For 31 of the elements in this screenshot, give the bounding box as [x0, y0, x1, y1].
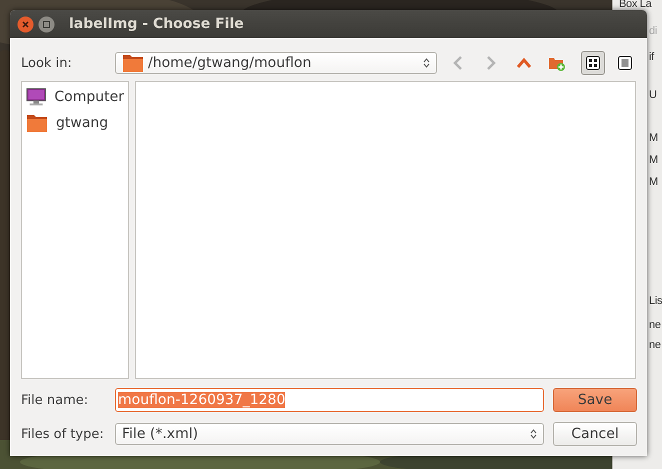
close-icon[interactable]	[17, 16, 34, 32]
place-item[interactable]: gtwang	[56, 115, 108, 131]
computer-icon	[26, 87, 46, 107]
file-type-dropdown[interactable]: File (*.xml)	[115, 423, 544, 445]
up-icon[interactable]	[516, 57, 532, 69]
window-text: ne	[649, 320, 661, 331]
window-text: M	[649, 177, 658, 188]
spinner-icon	[530, 428, 537, 440]
minimize-icon[interactable]	[38, 16, 55, 32]
grid-icon	[586, 56, 600, 70]
folder-icon	[26, 113, 48, 133]
window-title: labelImg - Choose File	[69, 16, 244, 32]
file-type-label: Files of type:	[21, 426, 105, 442]
icon-view-button[interactable]	[581, 51, 606, 75]
folder-icon	[122, 53, 144, 73]
cancel-button[interactable]: Cancel	[553, 422, 637, 446]
window-text: M	[649, 133, 658, 144]
save-button[interactable]: Save	[553, 388, 637, 412]
new-folder-icon[interactable]	[548, 55, 566, 71]
window-text: U	[649, 90, 657, 101]
file-name-label: File name:	[21, 392, 90, 408]
list-icon	[618, 56, 632, 70]
window-text: if	[649, 52, 654, 63]
look-in-label: Look in:	[21, 56, 73, 70]
window-text: ne	[649, 340, 661, 351]
window-text: M	[649, 155, 658, 166]
spinner-icon	[423, 57, 430, 69]
place-item[interactable]: Computer	[54, 89, 124, 105]
window-text: Lis	[649, 296, 662, 307]
window-text: di	[649, 26, 657, 37]
look-in-dropdown[interactable]: /home/gtwang/mouflon	[115, 52, 438, 74]
